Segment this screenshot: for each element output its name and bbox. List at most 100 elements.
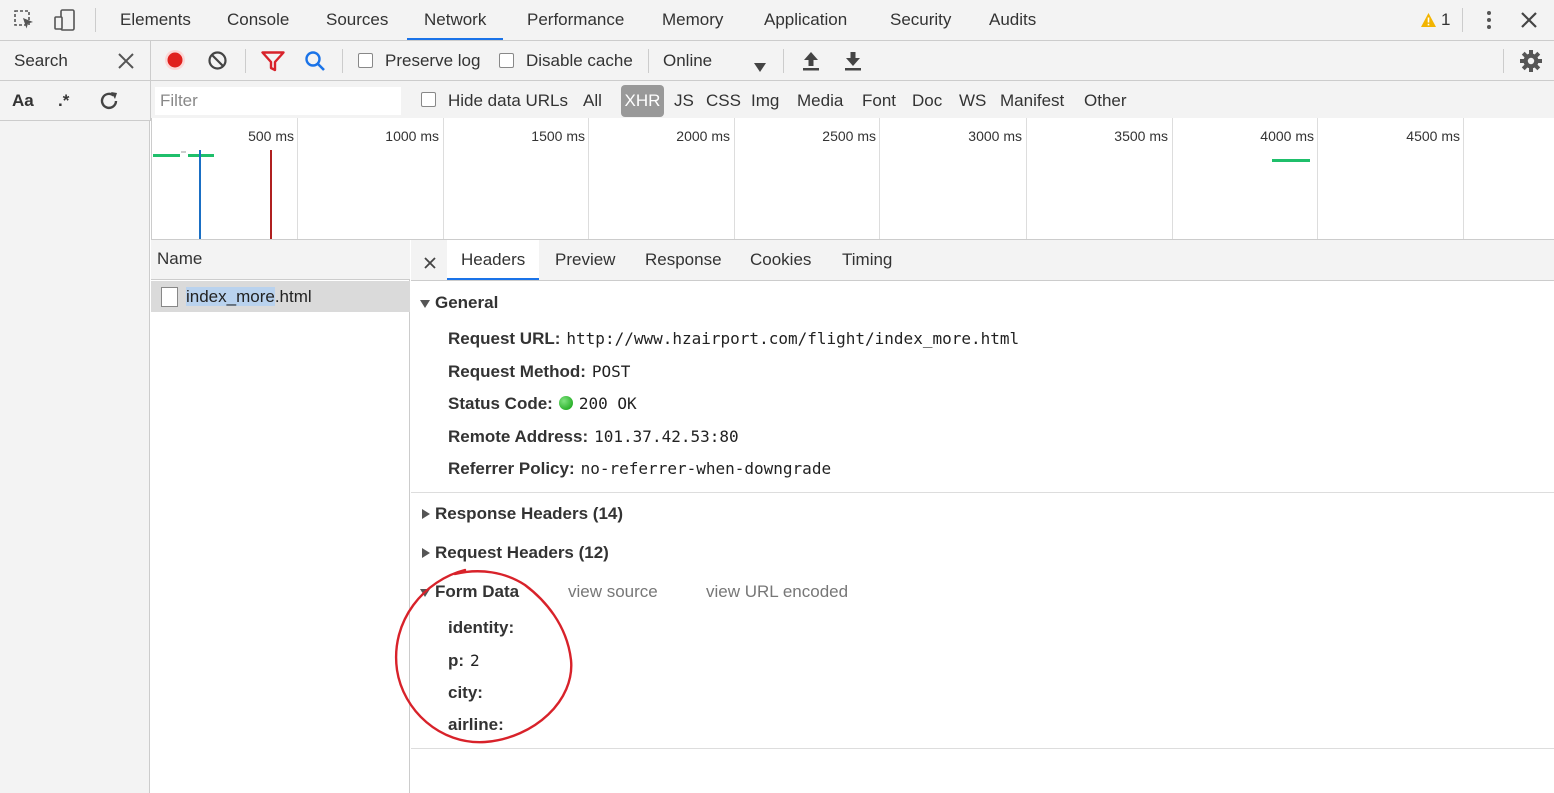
tab-cookies[interactable]: Cookies bbox=[750, 240, 811, 280]
separator bbox=[95, 8, 96, 32]
tab-headers[interactable]: Headers bbox=[447, 240, 540, 280]
request-method-key: Request Method: bbox=[448, 362, 586, 381]
warning-count[interactable]: 1 bbox=[1441, 0, 1450, 40]
tick-label: 2500 ms bbox=[822, 128, 876, 144]
tab-sources[interactable]: Sources bbox=[326, 0, 388, 40]
requests-list: Name index_more.html bbox=[151, 240, 410, 793]
device-toolbar-icon[interactable] bbox=[53, 8, 77, 32]
tab-response[interactable]: Response bbox=[645, 240, 722, 280]
import-har-icon[interactable] bbox=[801, 50, 821, 72]
tick-label: 4500 ms bbox=[1406, 128, 1460, 144]
tab-preview[interactable]: Preview bbox=[555, 240, 615, 280]
tab-timing[interactable]: Timing bbox=[842, 240, 892, 280]
clear-icon[interactable] bbox=[207, 50, 228, 71]
type-filter-css[interactable]: CSS bbox=[706, 81, 741, 121]
tick-line bbox=[879, 118, 880, 239]
type-filter-media[interactable]: Media bbox=[797, 81, 843, 121]
filter-input[interactable] bbox=[155, 87, 401, 115]
request-bar bbox=[181, 151, 186, 153]
warning-icon[interactable] bbox=[1420, 12, 1437, 28]
tick-line bbox=[1317, 118, 1318, 239]
tick-label: 1000 ms bbox=[385, 128, 439, 144]
tick-label: 500 ms bbox=[248, 128, 294, 144]
tick-line bbox=[443, 118, 444, 239]
tick-line bbox=[1172, 118, 1173, 239]
match-case-toggle[interactable]: Aa bbox=[12, 81, 34, 121]
more-options-icon[interactable] bbox=[1482, 10, 1496, 30]
filter-icon[interactable] bbox=[261, 51, 285, 72]
network-overview[interactable]: 500 ms 1000 ms 1500 ms 2000 ms 2500 ms 3… bbox=[151, 118, 1554, 240]
tick-label: 1500 ms bbox=[531, 128, 585, 144]
type-filter-xhr[interactable]: XHR bbox=[621, 85, 664, 117]
close-devtools-icon[interactable] bbox=[1520, 11, 1538, 29]
referrer-policy-value: no-referrer-when-downgrade bbox=[580, 459, 832, 478]
status-code-value: 200 OK bbox=[578, 394, 637, 413]
tick-label: 3000 ms bbox=[968, 128, 1022, 144]
referrer-policy-key: Referrer Policy: bbox=[448, 459, 575, 478]
response-headers-section-title[interactable]: Response Headers (14) bbox=[435, 504, 623, 524]
general-section-title[interactable]: General bbox=[435, 293, 498, 313]
tick-line bbox=[1463, 118, 1464, 239]
type-filter-all[interactable]: All bbox=[583, 81, 602, 121]
tab-application[interactable]: Application bbox=[764, 0, 847, 40]
hide-data-urls-checkbox[interactable] bbox=[421, 92, 436, 107]
request-url-value: http://www.hzairport.com/flight/index_mo… bbox=[566, 329, 1020, 348]
referrer-policy-row: Referrer Policy: no-referrer-when-downgra… bbox=[448, 459, 831, 479]
search-icon[interactable] bbox=[304, 50, 326, 72]
request-name[interactable]: index_more.html bbox=[186, 281, 312, 312]
expand-triangle-icon[interactable] bbox=[420, 300, 430, 308]
tab-security[interactable]: Security bbox=[890, 0, 951, 40]
dom-content-loaded-line bbox=[199, 150, 201, 239]
tab-console[interactable]: Console bbox=[227, 0, 289, 40]
disable-cache-label[interactable]: Disable cache bbox=[526, 41, 633, 81]
inspect-element-icon[interactable] bbox=[13, 9, 37, 31]
record-button-icon[interactable] bbox=[164, 49, 186, 71]
type-filter-other[interactable]: Other bbox=[1084, 81, 1127, 121]
section-divider bbox=[411, 492, 1554, 493]
name-column-header[interactable]: Name bbox=[151, 240, 410, 280]
collapse-triangle-icon[interactable] bbox=[422, 548, 430, 558]
type-filter-font[interactable]: Font bbox=[862, 81, 896, 121]
type-filter-manifest[interactable]: Manifest bbox=[1000, 81, 1064, 121]
tick-line bbox=[1026, 118, 1027, 239]
chevron-down-icon[interactable] bbox=[754, 57, 766, 72]
throttling-select[interactable]: Online bbox=[663, 41, 712, 81]
load-event-line bbox=[270, 150, 272, 239]
close-search-icon[interactable] bbox=[117, 52, 135, 70]
filter-bar: Aa .* Hide data URLs All XHR JS CSS Img … bbox=[0, 81, 1554, 121]
tick-line bbox=[297, 118, 298, 239]
collapse-triangle-icon[interactable] bbox=[422, 509, 430, 519]
close-details-icon[interactable] bbox=[424, 254, 436, 269]
status-code-row: Status Code: 200 OK bbox=[448, 394, 637, 414]
tab-memory[interactable]: Memory bbox=[662, 0, 723, 40]
details-tab-bar: Headers Preview Response Cookies Timing bbox=[411, 240, 1554, 281]
type-filter-img[interactable]: Img bbox=[751, 81, 779, 121]
tab-elements[interactable]: Elements bbox=[120, 0, 191, 40]
table-row[interactable]: index_more.html bbox=[151, 281, 410, 312]
tab-performance[interactable]: Performance bbox=[527, 0, 624, 40]
hide-data-urls-label[interactable]: Hide data URLs bbox=[448, 81, 568, 121]
tab-audits[interactable]: Audits bbox=[989, 0, 1036, 40]
regex-toggle[interactable]: .* bbox=[58, 81, 69, 121]
separator bbox=[245, 49, 246, 73]
type-filter-ws[interactable]: WS bbox=[959, 81, 986, 121]
annotation-circle bbox=[394, 568, 573, 744]
search-highlight: index_more bbox=[186, 287, 275, 306]
request-method-row: Request Method: POST bbox=[448, 362, 630, 382]
gear-icon[interactable] bbox=[1519, 49, 1543, 73]
type-filter-js[interactable]: JS bbox=[674, 81, 694, 121]
preserve-log-checkbox[interactable] bbox=[358, 53, 373, 68]
separator bbox=[150, 81, 151, 121]
request-name-rest: .html bbox=[274, 287, 312, 306]
export-har-icon[interactable] bbox=[843, 50, 863, 72]
type-filter-doc[interactable]: Doc bbox=[912, 81, 942, 121]
preserve-log-label[interactable]: Preserve log bbox=[385, 41, 480, 81]
status-ok-icon bbox=[558, 396, 573, 410]
tick-line bbox=[734, 118, 735, 239]
tab-network[interactable]: Network bbox=[407, 0, 504, 40]
refresh-search-icon[interactable] bbox=[98, 90, 120, 112]
separator bbox=[648, 49, 649, 73]
remote-address-row: Remote Address: 101.37.42.53:80 bbox=[448, 427, 739, 447]
view-url-encoded-link[interactable]: view URL encoded bbox=[706, 582, 848, 602]
disable-cache-checkbox[interactable] bbox=[499, 53, 514, 68]
